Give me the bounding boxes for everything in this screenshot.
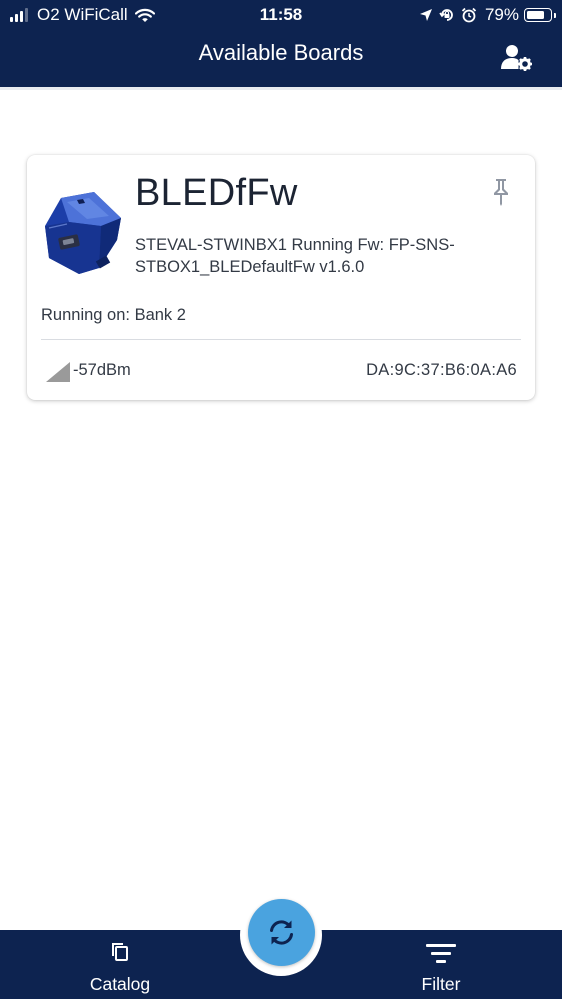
signal-strength-icon (46, 362, 70, 382)
orientation-lock-icon (439, 9, 453, 21)
copy-icon (112, 943, 128, 961)
board-description: STEVAL-STWINBX1 Running Fw: FP-SNS-STBOX… (135, 236, 455, 276)
mac-address: DA:9C:37:B6:0A:A6 (366, 361, 517, 379)
catalog-label: Catalog (89, 974, 151, 994)
filter-label: Filter (421, 974, 461, 994)
battery-fill (527, 11, 544, 19)
pin-button[interactable] (491, 177, 511, 207)
card-divider (41, 339, 521, 340)
running-on-label: Running on: Bank 2 (41, 306, 186, 324)
filter-tab[interactable]: Filter (371, 930, 511, 999)
status-right: 79% (413, 5, 556, 25)
page-title: Available Boards (198, 40, 364, 65)
header-divider (0, 87, 562, 90)
pin-icon (494, 179, 508, 206)
alarm-icon (461, 7, 477, 23)
board-card[interactable]: BLEDfFw STEVAL-STWINBX1 Running Fw: FP-S… (27, 155, 535, 400)
battery-icon (524, 8, 556, 22)
user-settings-button[interactable] (500, 43, 534, 73)
board-device-image (45, 192, 121, 274)
location-arrow-icon (419, 9, 432, 21)
refresh-icon (270, 920, 293, 945)
catalog-tab[interactable]: Catalog (50, 930, 190, 999)
battery-percent: 79% (484, 5, 519, 24)
top-app-bar: O2 WiFiCall 11:58 79% Available Boards (0, 0, 562, 87)
board-name: BLEDfFw (135, 172, 298, 214)
filter-icon (426, 944, 456, 963)
refresh-button[interactable] (248, 899, 315, 966)
user-gear-icon (501, 45, 532, 71)
status-bar: O2 WiFiCall 11:58 79% (0, 0, 562, 30)
rssi-value: -57dBm (73, 361, 131, 379)
screen: O2 WiFiCall 11:58 79% Available Boards B… (0, 0, 562, 999)
